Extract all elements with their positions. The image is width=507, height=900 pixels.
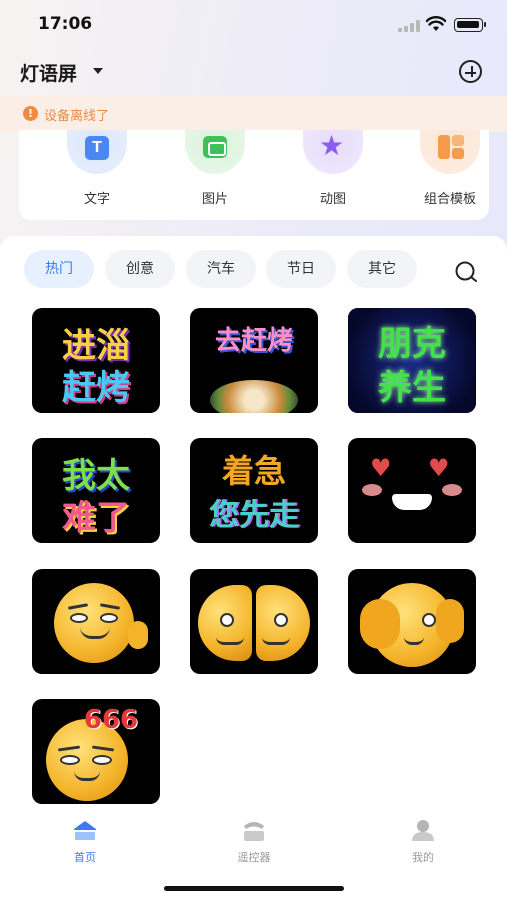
food-plate-image — [210, 380, 298, 413]
template-tile[interactable]: 进淄 赶烤 — [32, 308, 160, 413]
heart-icon: ♥ — [428, 454, 450, 482]
tab-hot[interactable]: 热门 — [24, 250, 94, 288]
template-panel: 热门 创意 汽车 节日 其它 进淄 赶烤 去赶烤 朋克 养生 我太 难了 着急 … — [0, 236, 507, 900]
template-tile[interactable] — [190, 569, 318, 674]
tile-text: 朋克 — [378, 324, 446, 364]
search-icon[interactable] — [454, 260, 478, 284]
animation-star-icon: ★ — [319, 129, 345, 162]
function-animation[interactable]: ★ 动图 — [293, 130, 373, 216]
template-tile[interactable]: ♥ ♥ — [348, 438, 476, 543]
function-label: 文字 — [83, 192, 110, 207]
tab-holiday[interactable]: 节日 — [266, 250, 336, 288]
tile-text: 赶烤 — [62, 368, 130, 408]
status-bar: 17:06 — [0, 0, 507, 50]
home-indicator — [164, 886, 344, 891]
chevron-down-icon[interactable] — [93, 68, 103, 74]
smile-mouth — [392, 494, 432, 510]
smirk-emoji — [54, 583, 134, 663]
device-selector[interactable]: 灯语屏 — [20, 59, 77, 86]
tile-text: 难了 — [62, 498, 130, 538]
battery-icon — [454, 18, 486, 32]
template-tile[interactable] — [348, 569, 476, 674]
template-tile[interactable]: 去赶烤 — [190, 308, 318, 413]
nav-remote[interactable]: 遥控器 — [214, 818, 294, 868]
tab-car[interactable]: 汽车 — [186, 250, 256, 288]
ok-hand-icon — [128, 621, 148, 649]
function-combo-template[interactable]: 组合模板 — [410, 130, 490, 216]
tile-text: 着急 — [221, 452, 286, 490]
nav-profile[interactable]: 我的 — [383, 818, 463, 868]
template-tile[interactable]: 朋克 养生 — [348, 308, 476, 413]
text-icon: T — [85, 136, 109, 160]
broken-emoji-right — [256, 585, 310, 661]
wifi-icon — [426, 16, 446, 31]
template-tile[interactable]: 着急 您先走 — [190, 438, 318, 543]
function-label: 图片 — [201, 192, 228, 207]
template-tile[interactable] — [32, 569, 160, 674]
warning-icon: ! — [23, 106, 38, 121]
nav-home[interactable]: 首页 — [45, 818, 125, 868]
category-tabs: 热门 创意 汽车 节日 其它 — [0, 250, 507, 290]
tile-text: 您先走 — [209, 498, 299, 533]
offline-notice-text: 设备离线了 — [44, 109, 110, 124]
tile-text: 养生 — [378, 368, 446, 408]
tab-creative[interactable]: 创意 — [105, 250, 175, 288]
broken-emoji-left — [198, 585, 252, 661]
cellular-signal-icon — [398, 20, 420, 32]
template-tile[interactable]: 我太 难了 — [32, 438, 160, 543]
template-tile[interactable]: 666 — [32, 699, 160, 804]
user-icon — [412, 820, 434, 841]
hand-icon — [360, 599, 400, 649]
tile-text: 去赶烤 — [214, 326, 293, 356]
add-device-button[interactable] — [459, 60, 482, 83]
function-card: T 文字 图片 ★ 动图 组合模板 — [19, 130, 489, 220]
heart-icon: ♥ — [370, 454, 392, 482]
app-header: 灯语屏 — [0, 55, 507, 91]
status-time: 17:06 — [38, 14, 93, 34]
offline-notice: ! 设备离线了 — [0, 96, 507, 132]
image-icon — [203, 136, 227, 158]
combo-template-icon — [438, 135, 464, 159]
function-label: 组合模板 — [423, 192, 476, 207]
tab-other[interactable]: 其它 — [347, 250, 417, 288]
hand-icon — [436, 599, 464, 643]
tile-text: 666 — [83, 705, 139, 735]
remote-control-icon — [244, 822, 264, 841]
function-label: 动图 — [319, 192, 346, 207]
home-icon — [74, 821, 96, 840]
function-image[interactable]: 图片 — [175, 130, 255, 216]
function-text[interactable]: T 文字 — [57, 130, 137, 216]
